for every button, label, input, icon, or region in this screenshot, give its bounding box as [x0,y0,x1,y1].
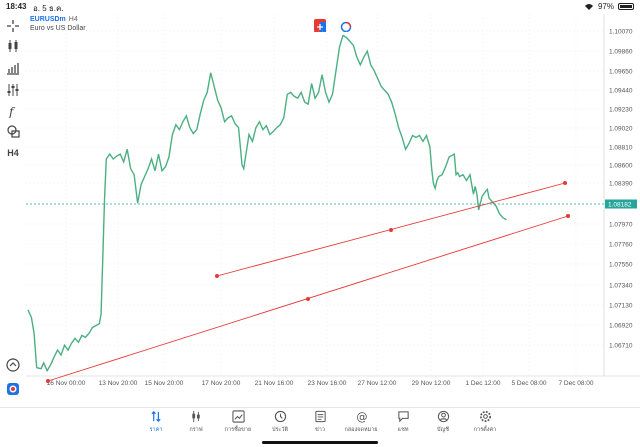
nav-item-settings[interactable]: การตั้งค่า [465,410,505,434]
trend-line-anchor[interactable] [306,297,310,301]
price-tick-label: 1.07970 [609,222,633,229]
price-tick-label: 1.09230 [609,107,633,114]
app-logo-icon[interactable] [5,381,21,397]
wifi-icon [584,3,593,10]
chart-icon [191,410,200,423]
objects-icon[interactable] [5,123,21,139]
one-click-trading-icon[interactable] [5,357,21,373]
nav-item-label: การซื้อขาย [224,427,252,433]
price-tick-label: 1.07760 [609,242,633,249]
price-tick-label: 1.09440 [609,88,633,95]
battery-percent: 97% [597,2,614,11]
settings-icon [479,411,491,422]
time-tick-label: 16 Nov 00:00 [47,380,86,387]
trend-lines[interactable] [46,181,570,383]
chart-grid [26,14,640,377]
candles-icon[interactable] [5,38,21,54]
left-toolbar: f H4 [0,14,26,407]
time-tick-label: 1 Dec 12:00 [465,380,500,387]
account-icon [437,410,449,423]
bar-chart-icon[interactable] [5,60,21,76]
time-axis: 16 Nov 00:00 13 Nov 20:00 15 Nov 20:00 17 N… [47,380,594,387]
home-indicator [262,441,378,444]
price-tick-label: 1.08600 [609,163,633,170]
nav-item-trade[interactable]: การซื้อขาย [218,410,258,434]
price-chart[interactable]: 1.10070 1.09860 1.09650 1.09440 1.09230 1.090… [26,14,640,407]
nav-item-label: การตั้งค่า [473,427,497,433]
chat-icon [397,411,409,423]
time-tick-label: 15 Nov 20:00 [145,380,184,387]
nav-item-chat[interactable]: แชท [383,410,423,434]
nav-item-account[interactable]: บัญชี [423,410,463,434]
time-tick-label: 21 Nov 16:00 [255,380,294,387]
svg-text:@: @ [356,411,367,423]
price-tick-label: 1.06920 [609,323,633,330]
time-tick-label: 27 Nov 12:00 [358,380,397,387]
nav-item-quotes[interactable]: ราคา [136,410,176,434]
history-icon [274,410,286,423]
time-tick-label: 5 Dec 08:00 [511,380,546,387]
nav-item-label: กล่องจดหมาย [344,427,378,433]
nav-item-history[interactable]: ประวัติ [260,410,300,434]
price-tick-label: 1.08390 [609,181,633,188]
trend-line-anchor[interactable] [389,228,393,232]
trend-line-anchor[interactable] [566,214,570,218]
nav-item-label: ราคา [149,427,163,433]
price-tick-label: 1.07130 [609,303,633,310]
time-tick-label: 23 Nov 16:00 [308,380,347,387]
nav-item-label: บัญชี [437,427,449,433]
price-tick-label: 1.09860 [609,49,633,56]
time-tick-label: 17 Nov 20:00 [202,380,241,387]
trend-line-anchor[interactable] [563,181,567,185]
svg-text:f: f [8,105,16,118]
nav-item-news[interactable]: ข่าว [300,410,340,434]
status-bar: 18:43 อ. 5 ธ.ค. 97% [0,0,640,14]
news-icon [314,410,326,423]
price-tick-label: 1.09650 [609,69,633,76]
price-tick-label: 1.09020 [609,126,633,133]
quotes-icon [150,411,161,422]
trend-line-anchor[interactable] [46,379,50,383]
indicators-icon[interactable] [5,82,21,98]
nav-item-label: แชท [397,427,409,433]
time-tick-label: 13 Nov 20:00 [99,380,138,387]
timeframe-tool[interactable]: H4 [5,145,21,161]
price-tick-label: 1.07550 [609,262,633,269]
trend-line-anchor[interactable] [215,274,219,278]
price-tick-label: 1.08810 [609,145,633,152]
function-icon[interactable]: f [5,103,21,119]
mailbox-icon: @ [356,411,367,423]
trade-icon [231,410,245,423]
time-tick-label: 29 Nov 12:00 [412,380,451,387]
price-axis: 1.10070 1.09860 1.09650 1.09440 1.09230 1.090… [609,29,633,350]
price-tick-label: 1.10070 [609,29,633,36]
nav-item-chart[interactable]: กราฟ [176,410,216,434]
price-tick-label: 1.06710 [609,343,633,350]
nav-item-label: กราฟ [189,427,203,433]
nav-item-label: ประวัติ [271,427,289,433]
nav-item-mailbox[interactable]: @ กล่องจดหมาย [341,410,381,434]
time-tick-label: 7 Dec 08:00 [558,380,593,387]
price-line [27,34,507,373]
battery-icon [618,3,634,10]
current-price-label: 1.08182 [608,201,632,208]
nav-item-label: ข่าว [315,427,325,433]
price-tick-label: 1.07340 [609,283,633,290]
crosshair-icon[interactable] [5,18,21,34]
status-time: 18:43 [6,2,27,11]
status-right: 97% [584,2,634,11]
